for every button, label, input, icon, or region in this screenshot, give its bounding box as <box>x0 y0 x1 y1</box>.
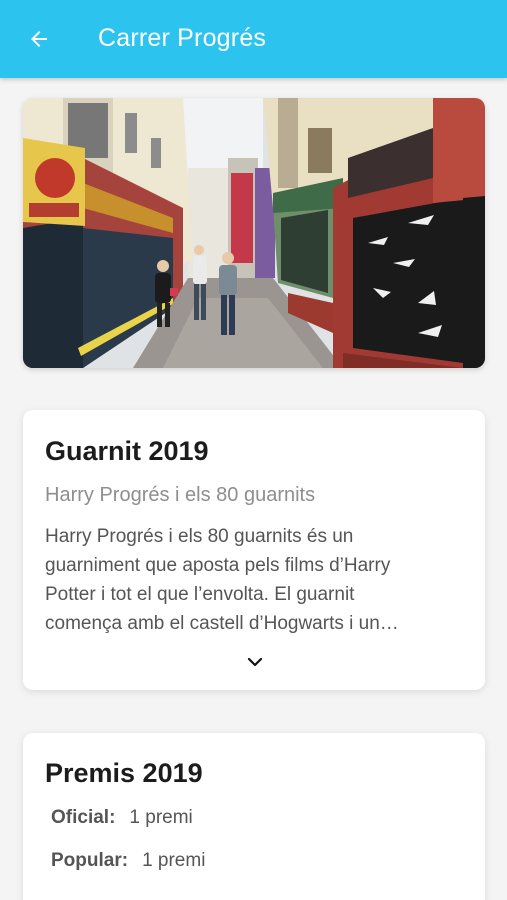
back-button[interactable] <box>22 22 56 56</box>
premis-title: Premis 2019 <box>45 758 203 788</box>
page-title: Carrer Progrés <box>98 24 267 52</box>
description-line: Harry Progrés i els 80 guarnits és un <box>45 526 354 547</box>
description-line: Potter i tot el que l’envolta. El guarni… <box>45 584 355 605</box>
app-bar: Carrer Progrés <box>0 0 507 78</box>
guarnit-subtitle: Harry Progrés i els 80 guarnits <box>45 484 316 506</box>
prize-popular-value: 1 premi <box>142 850 206 871</box>
prize-popular-row: Popular: 1 premi <box>51 850 205 872</box>
expand-description-button[interactable] <box>241 652 269 672</box>
description-line: comença amb el castell d’Hogwarts i un… <box>45 613 399 634</box>
chevron-down-icon <box>247 657 263 667</box>
prize-oficial-row: Oficial: 1 premi <box>51 807 193 829</box>
guarnit-card: Guarnit 2019 Harry Progrés i els 80 guar… <box>23 410 485 690</box>
premis-card: Premis 2019 Oficial: 1 premi Popular: 1 pr… <box>23 733 485 900</box>
description-line: guarniment que aposta pels films d’Harry <box>45 555 391 576</box>
street-photo <box>23 98 485 368</box>
arrow-left-icon <box>31 31 47 47</box>
guarnit-title: Guarnit 2019 <box>45 436 209 466</box>
prize-oficial-value: 1 premi <box>129 807 193 828</box>
guarnit-description: Harry Progrés i els 80 guarnits és un gu… <box>45 522 465 638</box>
prize-popular-label: Popular: <box>51 850 129 871</box>
prize-oficial-label: Oficial: <box>51 807 116 828</box>
